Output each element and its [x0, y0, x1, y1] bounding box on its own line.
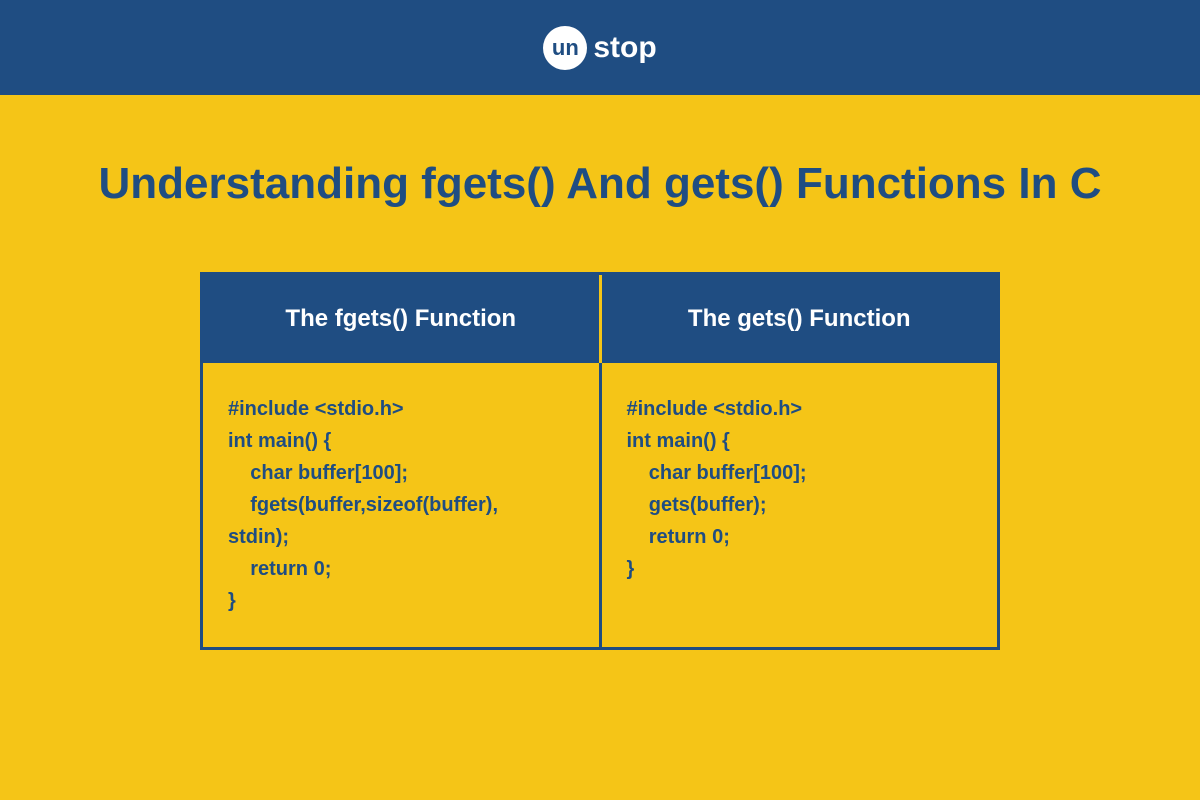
comparison-table: The fgets() Function The gets() Function…: [200, 272, 1000, 650]
logo-suffix: stop: [593, 31, 656, 65]
code-cell-fgets: #include <stdio.h> int main() { char buf…: [203, 363, 602, 647]
code-cell-gets: #include <stdio.h> int main() { char buf…: [602, 363, 998, 647]
header-bar: un stop: [0, 0, 1200, 95]
logo: un stop: [543, 26, 656, 70]
column-header-fgets: The fgets() Function: [203, 275, 602, 363]
table-header-row: The fgets() Function The gets() Function: [203, 275, 997, 363]
logo-circle: un: [543, 26, 587, 70]
logo-circle-text: un: [552, 35, 579, 61]
main-content: Understanding fgets() And gets() Functio…: [0, 95, 1200, 690]
column-header-gets: The gets() Function: [602, 275, 998, 363]
page-title: Understanding fgets() And gets() Functio…: [99, 155, 1102, 212]
table-body-row: #include <stdio.h> int main() { char buf…: [203, 363, 997, 647]
